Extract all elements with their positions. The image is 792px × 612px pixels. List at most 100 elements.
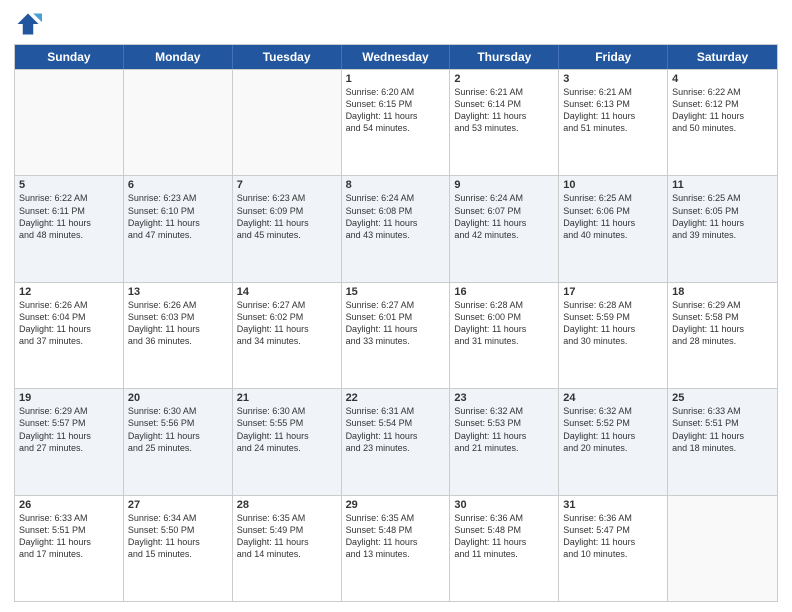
day-number: 26 — [19, 499, 119, 511]
header — [14, 10, 778, 38]
calendar-cell-6: 6Sunrise: 6:23 AMSunset: 6:10 PMDaylight… — [124, 176, 233, 281]
day-header-sunday: Sunday — [15, 45, 124, 69]
calendar-cell-30: 30Sunrise: 6:36 AMSunset: 5:48 PMDayligh… — [450, 496, 559, 601]
calendar-cell-13: 13Sunrise: 6:26 AMSunset: 6:03 PMDayligh… — [124, 283, 233, 388]
day-info: Sunrise: 6:29 AMSunset: 5:57 PMDaylight:… — [19, 405, 119, 454]
day-info: Sunrise: 6:25 AMSunset: 6:05 PMDaylight:… — [672, 192, 773, 241]
day-info: Sunrise: 6:22 AMSunset: 6:12 PMDaylight:… — [672, 86, 773, 135]
day-number: 10 — [563, 179, 663, 191]
calendar-cell-31: 31Sunrise: 6:36 AMSunset: 5:47 PMDayligh… — [559, 496, 668, 601]
calendar-cell-empty — [124, 70, 233, 175]
calendar-row-3: 12Sunrise: 6:26 AMSunset: 6:04 PMDayligh… — [15, 282, 777, 388]
day-info: Sunrise: 6:27 AMSunset: 6:01 PMDaylight:… — [346, 299, 446, 348]
calendar-cell-15: 15Sunrise: 6:27 AMSunset: 6:01 PMDayligh… — [342, 283, 451, 388]
calendar-cell-27: 27Sunrise: 6:34 AMSunset: 5:50 PMDayligh… — [124, 496, 233, 601]
calendar-cell-14: 14Sunrise: 6:27 AMSunset: 6:02 PMDayligh… — [233, 283, 342, 388]
day-number: 17 — [563, 286, 663, 298]
day-header-saturday: Saturday — [668, 45, 777, 69]
day-info: Sunrise: 6:21 AMSunset: 6:14 PMDaylight:… — [454, 86, 554, 135]
day-number: 19 — [19, 392, 119, 404]
calendar-cell-9: 9Sunrise: 6:24 AMSunset: 6:07 PMDaylight… — [450, 176, 559, 281]
day-number: 6 — [128, 179, 228, 191]
day-number: 28 — [237, 499, 337, 511]
calendar: SundayMondayTuesdayWednesdayThursdayFrid… — [14, 44, 778, 602]
day-info: Sunrise: 6:26 AMSunset: 6:04 PMDaylight:… — [19, 299, 119, 348]
calendar-row-4: 19Sunrise: 6:29 AMSunset: 5:57 PMDayligh… — [15, 388, 777, 494]
day-info: Sunrise: 6:36 AMSunset: 5:47 PMDaylight:… — [563, 512, 663, 561]
day-number: 16 — [454, 286, 554, 298]
day-info: Sunrise: 6:31 AMSunset: 5:54 PMDaylight:… — [346, 405, 446, 454]
calendar-cell-8: 8Sunrise: 6:24 AMSunset: 6:08 PMDaylight… — [342, 176, 451, 281]
calendar-cell-21: 21Sunrise: 6:30 AMSunset: 5:55 PMDayligh… — [233, 389, 342, 494]
calendar-cell-3: 3Sunrise: 6:21 AMSunset: 6:13 PMDaylight… — [559, 70, 668, 175]
day-number: 21 — [237, 392, 337, 404]
day-number: 31 — [563, 499, 663, 511]
calendar-cell-5: 5Sunrise: 6:22 AMSunset: 6:11 PMDaylight… — [15, 176, 124, 281]
calendar-cell-17: 17Sunrise: 6:28 AMSunset: 5:59 PMDayligh… — [559, 283, 668, 388]
day-number: 8 — [346, 179, 446, 191]
calendar-cell-22: 22Sunrise: 6:31 AMSunset: 5:54 PMDayligh… — [342, 389, 451, 494]
day-info: Sunrise: 6:32 AMSunset: 5:53 PMDaylight:… — [454, 405, 554, 454]
calendar-cell-7: 7Sunrise: 6:23 AMSunset: 6:09 PMDaylight… — [233, 176, 342, 281]
day-header-friday: Friday — [559, 45, 668, 69]
calendar-cell-24: 24Sunrise: 6:32 AMSunset: 5:52 PMDayligh… — [559, 389, 668, 494]
day-number: 9 — [454, 179, 554, 191]
calendar-cell-empty — [15, 70, 124, 175]
calendar-cell-4: 4Sunrise: 6:22 AMSunset: 6:12 PMDaylight… — [668, 70, 777, 175]
day-number: 20 — [128, 392, 228, 404]
day-info: Sunrise: 6:33 AMSunset: 5:51 PMDaylight:… — [672, 405, 773, 454]
day-number: 29 — [346, 499, 446, 511]
day-number: 7 — [237, 179, 337, 191]
day-header-tuesday: Tuesday — [233, 45, 342, 69]
day-number: 14 — [237, 286, 337, 298]
day-number: 1 — [346, 73, 446, 85]
calendar-header: SundayMondayTuesdayWednesdayThursdayFrid… — [15, 45, 777, 69]
calendar-cell-29: 29Sunrise: 6:35 AMSunset: 5:48 PMDayligh… — [342, 496, 451, 601]
day-info: Sunrise: 6:30 AMSunset: 5:55 PMDaylight:… — [237, 405, 337, 454]
calendar-cell-12: 12Sunrise: 6:26 AMSunset: 6:04 PMDayligh… — [15, 283, 124, 388]
day-info: Sunrise: 6:33 AMSunset: 5:51 PMDaylight:… — [19, 512, 119, 561]
calendar-cell-23: 23Sunrise: 6:32 AMSunset: 5:53 PMDayligh… — [450, 389, 559, 494]
day-number: 3 — [563, 73, 663, 85]
calendar-cell-16: 16Sunrise: 6:28 AMSunset: 6:00 PMDayligh… — [450, 283, 559, 388]
calendar-cell-25: 25Sunrise: 6:33 AMSunset: 5:51 PMDayligh… — [668, 389, 777, 494]
calendar-cell-2: 2Sunrise: 6:21 AMSunset: 6:14 PMDaylight… — [450, 70, 559, 175]
day-info: Sunrise: 6:27 AMSunset: 6:02 PMDaylight:… — [237, 299, 337, 348]
calendar-body: 1Sunrise: 6:20 AMSunset: 6:15 PMDaylight… — [15, 69, 777, 601]
day-info: Sunrise: 6:34 AMSunset: 5:50 PMDaylight:… — [128, 512, 228, 561]
calendar-cell-19: 19Sunrise: 6:29 AMSunset: 5:57 PMDayligh… — [15, 389, 124, 494]
calendar-row-2: 5Sunrise: 6:22 AMSunset: 6:11 PMDaylight… — [15, 175, 777, 281]
day-header-wednesday: Wednesday — [342, 45, 451, 69]
calendar-cell-26: 26Sunrise: 6:33 AMSunset: 5:51 PMDayligh… — [15, 496, 124, 601]
day-info: Sunrise: 6:24 AMSunset: 6:08 PMDaylight:… — [346, 192, 446, 241]
calendar-cell-1: 1Sunrise: 6:20 AMSunset: 6:15 PMDaylight… — [342, 70, 451, 175]
day-number: 27 — [128, 499, 228, 511]
day-info: Sunrise: 6:35 AMSunset: 5:49 PMDaylight:… — [237, 512, 337, 561]
day-info: Sunrise: 6:28 AMSunset: 6:00 PMDaylight:… — [454, 299, 554, 348]
day-info: Sunrise: 6:35 AMSunset: 5:48 PMDaylight:… — [346, 512, 446, 561]
logo — [14, 10, 46, 38]
calendar-cell-18: 18Sunrise: 6:29 AMSunset: 5:58 PMDayligh… — [668, 283, 777, 388]
day-number: 13 — [128, 286, 228, 298]
day-info: Sunrise: 6:20 AMSunset: 6:15 PMDaylight:… — [346, 86, 446, 135]
day-info: Sunrise: 6:26 AMSunset: 6:03 PMDaylight:… — [128, 299, 228, 348]
logo-icon — [14, 10, 42, 38]
day-info: Sunrise: 6:24 AMSunset: 6:07 PMDaylight:… — [454, 192, 554, 241]
calendar-cell-20: 20Sunrise: 6:30 AMSunset: 5:56 PMDayligh… — [124, 389, 233, 494]
page: SundayMondayTuesdayWednesdayThursdayFrid… — [0, 0, 792, 612]
day-info: Sunrise: 6:30 AMSunset: 5:56 PMDaylight:… — [128, 405, 228, 454]
day-number: 25 — [672, 392, 773, 404]
calendar-cell-28: 28Sunrise: 6:35 AMSunset: 5:49 PMDayligh… — [233, 496, 342, 601]
calendar-cell-empty — [668, 496, 777, 601]
day-info: Sunrise: 6:25 AMSunset: 6:06 PMDaylight:… — [563, 192, 663, 241]
day-header-monday: Monday — [124, 45, 233, 69]
day-info: Sunrise: 6:36 AMSunset: 5:48 PMDaylight:… — [454, 512, 554, 561]
day-number: 4 — [672, 73, 773, 85]
day-header-thursday: Thursday — [450, 45, 559, 69]
day-number: 18 — [672, 286, 773, 298]
day-number: 22 — [346, 392, 446, 404]
calendar-cell-empty — [233, 70, 342, 175]
day-number: 5 — [19, 179, 119, 191]
day-info: Sunrise: 6:22 AMSunset: 6:11 PMDaylight:… — [19, 192, 119, 241]
day-number: 15 — [346, 286, 446, 298]
